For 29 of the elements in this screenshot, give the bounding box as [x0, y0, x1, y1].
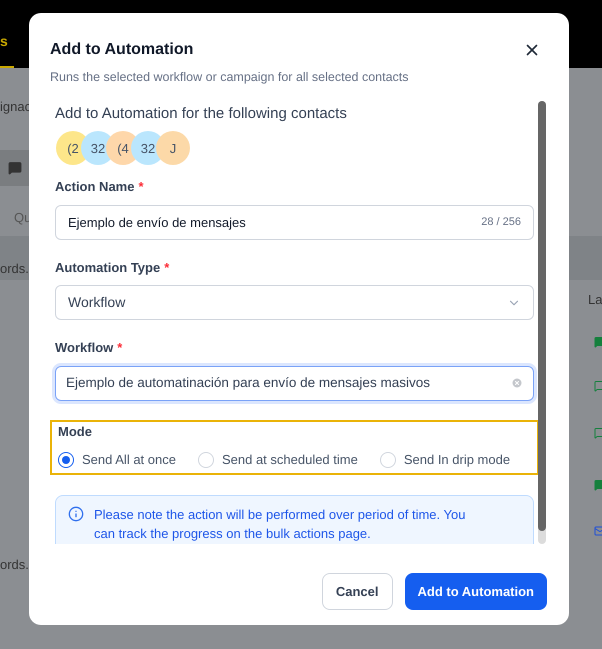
dialog-title: Add to Automation: [50, 40, 194, 60]
section-heading: Add to Automation for the following contacts: [55, 104, 348, 124]
cancel-button[interactable]: Cancel: [322, 572, 392, 610]
info-icon: [68, 506, 84, 522]
field-label: Workflow: [55, 339, 114, 358]
mode-label: Mode: [58, 422, 93, 441]
field-label: Automation Type: [55, 258, 160, 277]
column-header: La: [588, 291, 602, 309]
scrollbar[interactable]: [538, 100, 546, 544]
chat-icon: [8, 161, 22, 175]
required-mark: *: [117, 339, 122, 358]
background-text: ords.: [0, 556, 29, 574]
mode-radio[interactable]: Send at scheduled time: [198, 450, 358, 470]
action-name-field[interactable]: Ejemplo de envío de mensajes 28 / 256: [55, 204, 534, 240]
background-text: ords.: [0, 260, 29, 278]
automation-type-select[interactable]: Workflow: [55, 285, 534, 320]
add-to-automation-button[interactable]: Add to Automation: [404, 572, 547, 610]
workflow-select[interactable]: Ejemplo de automatinación para envío de mensajes masivos: [55, 366, 534, 401]
contact-avatar[interactable]: J: [156, 131, 190, 166]
nav-tab[interactable]: s: [0, 31, 14, 68]
dialog-subtitle: Runs the selected workflow or campaign for all selected contacts: [50, 69, 409, 86]
character-counter: 28 / 256: [481, 215, 521, 230]
mode-radio[interactable]: Send All at once: [58, 450, 176, 470]
note-text: Please note the action will be performed over period of time. You can track the progress on the bulk actions page.: [94, 506, 466, 543]
mode-radio[interactable]: Send In drip mode: [380, 450, 510, 470]
field-label: Action Name: [55, 178, 134, 196]
background-text: ignac: [0, 98, 32, 116]
required-mark: *: [138, 178, 144, 196]
required-mark: *: [164, 258, 170, 277]
